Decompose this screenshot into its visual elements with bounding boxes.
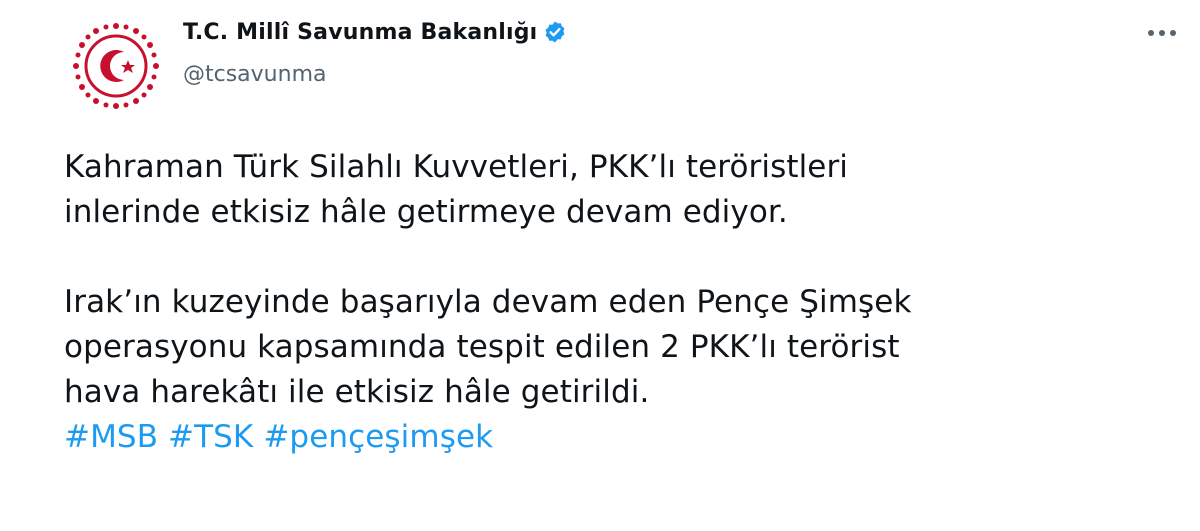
more-options-button[interactable] bbox=[1140, 16, 1184, 50]
profile-avatar[interactable] bbox=[64, 14, 168, 118]
more-horizontal-icon bbox=[1148, 30, 1176, 36]
tweet-text-line: Kahraman Türk Silahlı Kuvvetleri, PKK’lı… bbox=[64, 149, 849, 185]
verified-badge-icon bbox=[543, 20, 567, 44]
ministry-emblem-logo bbox=[64, 14, 168, 118]
author-name-row: T.C. Millî Savunma Bakanlığı bbox=[183, 16, 567, 48]
tweet-card: T.C. Millî Savunma Bakanlığı @tcsavunma … bbox=[0, 0, 1200, 531]
hashtag-link-msb[interactable]: #MSB bbox=[64, 419, 158, 455]
hashtag-link-tsk[interactable]: #TSK bbox=[168, 419, 253, 455]
tweet-text-line: inlerinde etkisiz hâle getirmeye devam e… bbox=[64, 194, 788, 230]
tweet-text: Kahraman Türk Silahlı Kuvvetleri, PKK’lı… bbox=[64, 145, 1184, 460]
hashtag-link-pencesimsek[interactable]: #pençeşimşek bbox=[263, 419, 493, 455]
tweet-text-line: operasyonu kapsamında tespit edilen 2 PK… bbox=[64, 329, 900, 365]
author-handle[interactable]: @tcsavunma bbox=[183, 62, 567, 87]
tweet-text-line: hava harekâtı ile etkisiz hâle getirildi… bbox=[64, 374, 650, 410]
author-display-name[interactable]: T.C. Millî Savunma Bakanlığı bbox=[183, 20, 537, 45]
tweet-author: T.C. Millî Savunma Bakanlığı @tcsavunma bbox=[183, 16, 567, 87]
hashtag-row: #MSB #TSK #pençeşimşek bbox=[64, 415, 1184, 460]
tweet-text-line: Irak’ın kuzeyinde başarıyla devam eden P… bbox=[64, 284, 912, 320]
